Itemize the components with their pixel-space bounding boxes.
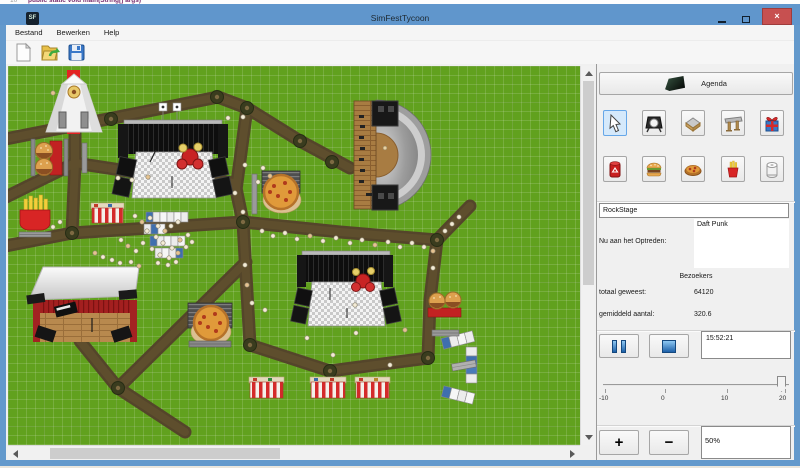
tool-stage-floor-button[interactable] — [681, 110, 705, 136]
map-vertical-scrollbar[interactable] — [580, 66, 595, 445]
market-stall[interactable] — [249, 377, 284, 398]
scroll-up-icon[interactable] — [585, 71, 593, 76]
toilet-paper-icon — [762, 159, 782, 179]
cursor-icon — [606, 113, 624, 133]
tool-toilet-paper-button[interactable] — [760, 156, 784, 182]
burger — [445, 292, 461, 308]
close-button[interactable]: × — [762, 8, 792, 25]
total-visitors-value: 64120 — [694, 289, 713, 296]
slider-tick-label: 0 — [661, 395, 681, 402]
pizza-stand[interactable] — [188, 303, 232, 347]
horizontal-scroll-thumb[interactable] — [50, 448, 280, 459]
toilet-block-right[interactable] — [441, 331, 477, 404]
pizza-stand[interactable] — [252, 171, 301, 214]
clock-display: 15:52:21 — [701, 331, 791, 359]
festival-map[interactable] — [8, 66, 580, 445]
menu-item-bewerken[interactable]: Bewerken — [57, 28, 90, 37]
now-playing-value: Daft Punk — [694, 219, 789, 268]
open-file-button[interactable] — [39, 42, 61, 63]
tool-pizza-button[interactable] — [681, 156, 705, 182]
save-floppy-icon — [66, 42, 88, 63]
market-stall[interactable] — [91, 203, 124, 223]
slider-tick-label: 10 — [721, 395, 741, 402]
tool-select-cursor-button[interactable] — [603, 110, 627, 136]
scroll-right-icon[interactable] — [570, 450, 575, 458]
burger-icon — [644, 159, 664, 179]
burger — [36, 143, 53, 160]
slider-tick-label: -10 — [599, 395, 619, 402]
toolbar — [6, 41, 794, 64]
window-title: SimFestTycoon — [0, 13, 800, 23]
scroll-left-icon[interactable] — [13, 450, 18, 458]
fries-icon — [723, 159, 743, 179]
menu-item-help[interactable]: Help — [104, 28, 119, 37]
map-canvas — [8, 66, 580, 445]
side-panel: Agenda — [596, 64, 794, 460]
agenda-label: Agenda — [701, 79, 727, 88]
trash-can-icon — [605, 159, 625, 179]
burger — [429, 293, 445, 309]
open-folder-icon — [39, 42, 61, 63]
menu-item-bestand[interactable]: Bestand — [15, 28, 43, 37]
tool-spotlight-button[interactable] — [642, 110, 666, 136]
map-horizontal-scrollbar[interactable] — [8, 445, 580, 460]
agenda-book-icon — [665, 76, 685, 91]
agenda-button[interactable]: Agenda — [599, 72, 793, 95]
new-document-icon — [13, 42, 35, 63]
title-bar[interactable]: SF SimFestTycoon × — [0, 4, 800, 25]
menu-bar: Bestand Bewerken Help — [6, 25, 794, 41]
spotlight-icon — [644, 113, 664, 133]
average-visitors-label: gemiddeld aantal: — [599, 311, 654, 318]
second-stage[interactable] — [291, 251, 402, 326]
tool-burger-button[interactable] — [642, 156, 666, 182]
average-visitors-value: 320.6 — [694, 311, 712, 318]
visitors-header: Bezoekers — [597, 273, 795, 280]
new-document-button[interactable] — [13, 42, 35, 63]
shell-stage[interactable] — [354, 100, 431, 210]
pizza-icon — [683, 159, 703, 179]
entrance-gate-icon — [723, 113, 743, 133]
market-stall[interactable] — [355, 377, 390, 398]
stop-button[interactable] — [649, 334, 689, 358]
fries-stand[interactable] — [19, 195, 51, 237]
vertical-scroll-thumb[interactable] — [583, 81, 594, 285]
scroll-down-icon[interactable] — [585, 435, 593, 440]
market-stall[interactable] — [310, 377, 346, 398]
gift-icon — [762, 113, 782, 133]
zoom-out-button[interactable]: − — [649, 430, 689, 455]
stage-floor-icon — [683, 113, 703, 133]
slider-tick-label: 20 — [779, 395, 799, 402]
barn-stage[interactable] — [26, 267, 139, 343]
burger — [36, 159, 53, 176]
maximize-icon — [742, 16, 750, 23]
now-playing-label: Nu aan het Optreden: — [599, 238, 666, 245]
minimize-icon — [718, 21, 726, 23]
zoom-level-display: 50% — [701, 426, 791, 459]
tool-fries-button[interactable] — [721, 156, 745, 182]
total-visitors-label: totaal geweest: — [599, 289, 646, 296]
pause-button[interactable] — [599, 334, 639, 358]
tool-trash-can-button[interactable] — [603, 156, 627, 182]
zoom-in-button[interactable]: + — [599, 430, 639, 455]
pause-icon — [612, 340, 617, 353]
tool-entrance-gate-button[interactable] — [721, 110, 745, 136]
save-button[interactable] — [66, 42, 88, 63]
entrance-tent[interactable] — [46, 70, 102, 134]
stop-icon — [662, 340, 676, 353]
stage-name-input[interactable] — [599, 203, 789, 218]
performer — [383, 146, 387, 150]
speed-slider-track[interactable] — [603, 384, 789, 386]
tool-gift-button[interactable] — [760, 110, 784, 136]
